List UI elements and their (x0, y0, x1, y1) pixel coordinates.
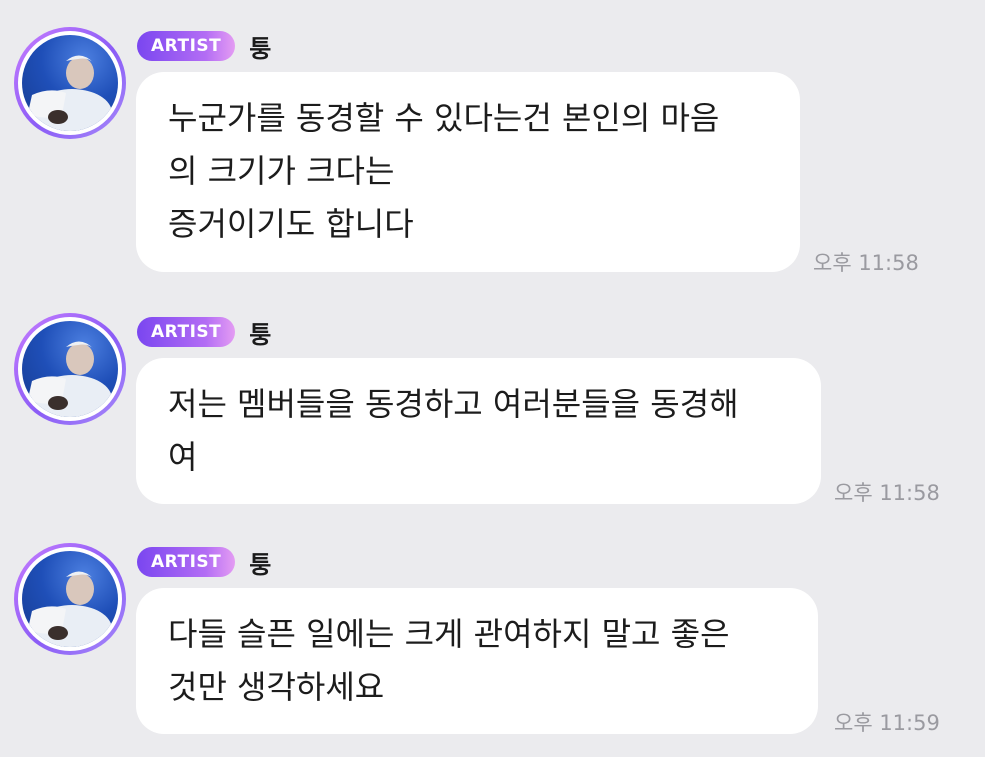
message-header: ARTIST 퉁 (137, 315, 271, 349)
message-timestamp: 오후 11:59 (834, 711, 940, 735)
sender-name[interactable]: 퉁 (249, 315, 271, 350)
artist-badge: ARTIST (137, 31, 236, 61)
message-line: 증거이기도 합니다 (168, 205, 414, 243)
sender-name[interactable]: 퉁 (249, 545, 271, 580)
artist-avatar[interactable] (14, 313, 126, 425)
message-timestamp: 오후 11:58 (834, 481, 940, 505)
artist-avatar[interactable] (14, 27, 126, 139)
message-line: 것만 생각하세요 (168, 668, 385, 706)
message-line: 다들 슬픈 일에는 크게 관여하지 말고 좋은 (168, 615, 730, 653)
artist-badge: ARTIST (137, 317, 236, 347)
message-bubble[interactable]: 누군가를 동경할 수 있다는건 본인의 마음 의 크기가 크다는 증거이기도 합… (136, 72, 800, 272)
message-bubble[interactable]: 다들 슬픈 일에는 크게 관여하지 말고 좋은 것만 생각하세요 (136, 588, 818, 734)
message-timestamp: 오후 11:58 (813, 251, 919, 275)
message-bubble[interactable]: 저는 멤버들을 동경하고 여러분들을 동경해 여 (136, 358, 821, 504)
message-line: 여 (168, 438, 198, 476)
message-header: ARTIST 퉁 (137, 545, 271, 579)
message-line: 의 크기가 크다는 (168, 152, 395, 190)
artist-badge: ARTIST (137, 547, 236, 577)
message-line: 누군가를 동경할 수 있다는건 본인의 마음 (168, 99, 720, 137)
sender-name[interactable]: 퉁 (249, 29, 271, 64)
message-line: 저는 멤버들을 동경하고 여러분들을 동경해 (168, 385, 739, 423)
chat-thread: ARTIST 퉁 누군가를 동경할 수 있다는건 본인의 마음 의 크기가 크다… (0, 0, 985, 757)
message-header: ARTIST 퉁 (137, 29, 271, 63)
artist-avatar[interactable] (14, 543, 126, 655)
